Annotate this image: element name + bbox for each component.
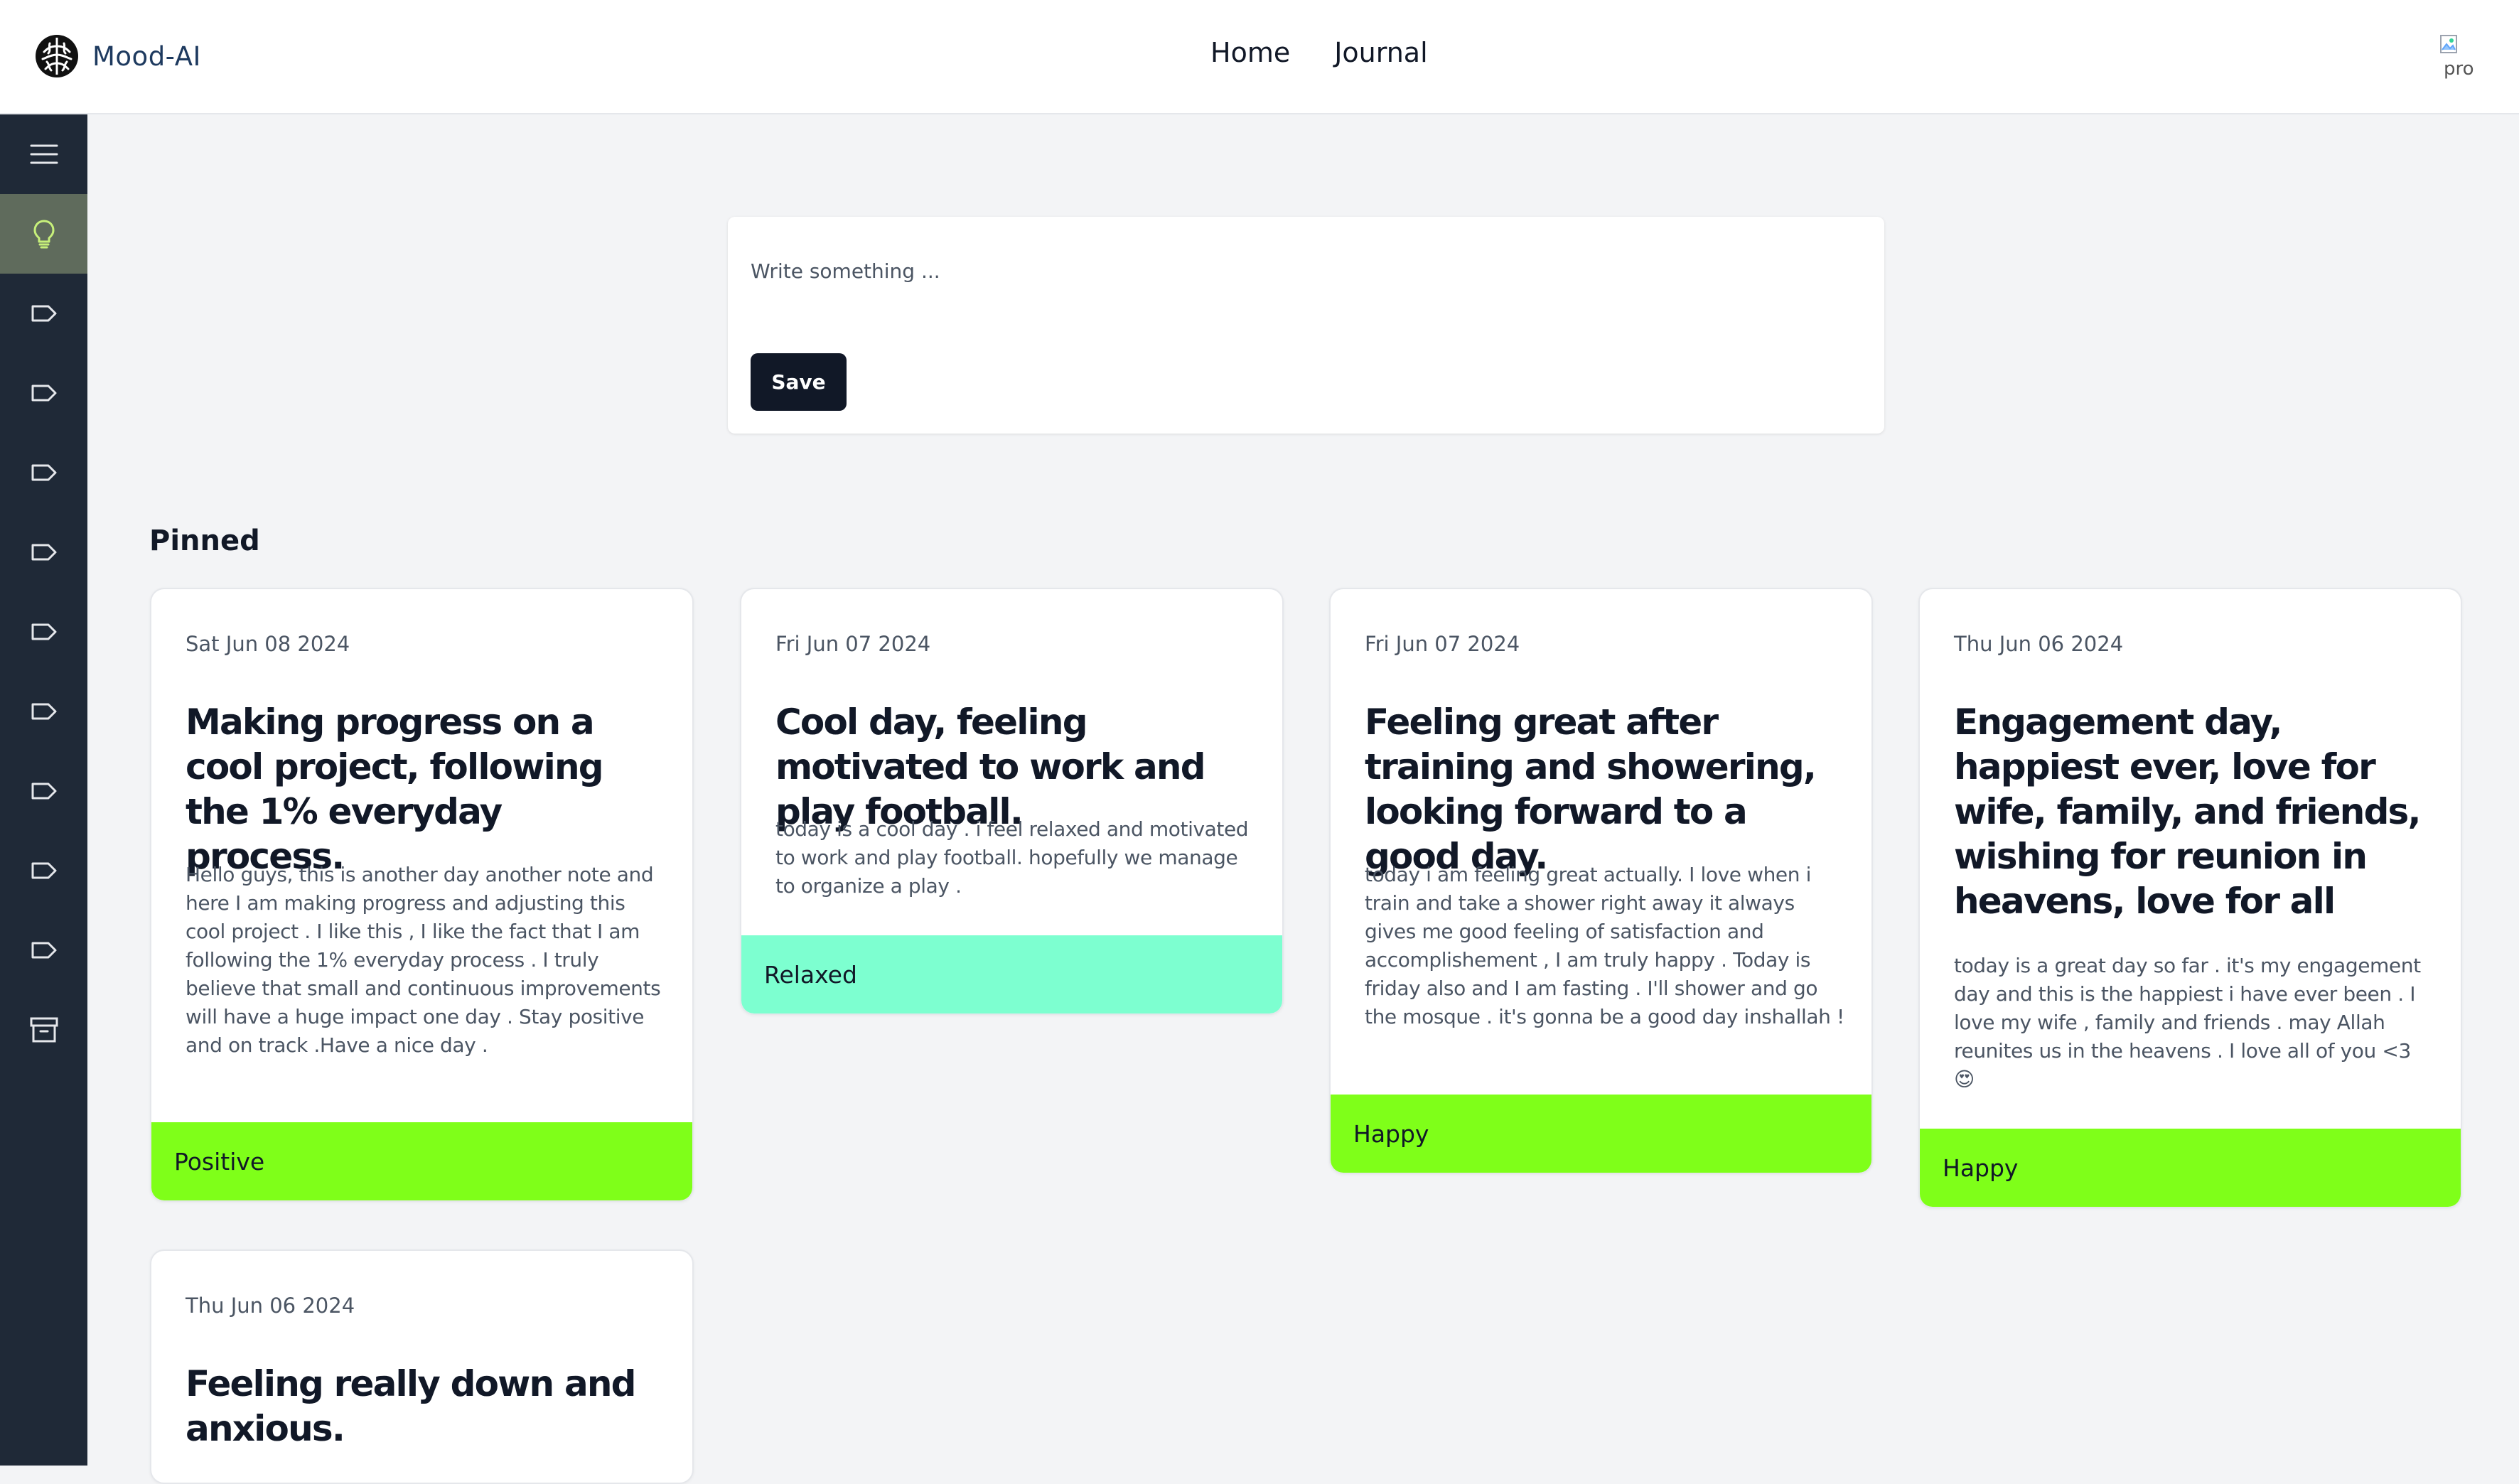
brand[interactable]: Mood-AI [34, 31, 201, 81]
nav-link-journal[interactable]: Journal [1334, 37, 1427, 68]
sidebar-item-label[interactable] [0, 512, 87, 592]
main-nav: Home Journal [1210, 37, 1428, 68]
top-navbar: Mood-AI Home Journal pro [0, 0, 2519, 114]
lightbulb-icon [33, 220, 54, 249]
note-body: today i am feeling great actually. I lov… [1365, 863, 1844, 1028]
label-icon [31, 385, 56, 402]
broken-image-icon [2440, 35, 2457, 53]
sidebar [0, 114, 87, 1466]
save-button[interactable]: Save [751, 353, 847, 411]
sidebar-item-label[interactable] [0, 831, 87, 910]
label-icon [31, 623, 56, 640]
pinned-heading: Pinned [149, 525, 260, 557]
note-input[interactable] [751, 249, 1859, 292]
mood-badge: Happy [1331, 1095, 1871, 1173]
note-card[interactable]: Sat Jun 08 2024 Making progress on a coo… [150, 588, 694, 1202]
note-date: Thu Jun 06 2024 [186, 1294, 355, 1318]
sidebar-item-label[interactable] [0, 274, 87, 353]
note-body: today is a cool day . i feel relaxed and… [775, 817, 1249, 898]
note-title: Engagement day, happiest ever, love for … [1954, 701, 2422, 922]
note-date: Fri Jun 07 2024 [775, 632, 931, 656]
note-card[interactable]: Thu Jun 06 2024 Engagement day, happiest… [1918, 588, 2462, 1208]
brand-name: Mood-AI [92, 41, 201, 72]
avatar[interactable]: pro [2439, 34, 2485, 80]
note-title: Feeling great after training and showeri… [1365, 701, 1817, 877]
mood-badge: Relaxed [741, 935, 1282, 1013]
note-body: Hello guys, this is another day another … [186, 863, 661, 1057]
note-editor: Save [728, 217, 1884, 434]
note-date: Sat Jun 08 2024 [186, 632, 350, 656]
label-icon [31, 942, 56, 959]
note-title: Feeling really down and anxious. [186, 1363, 636, 1449]
sidebar-menu-toggle[interactable] [0, 114, 87, 194]
brain-icon [36, 35, 78, 77]
label-icon [31, 544, 56, 561]
mood-badge: Positive [151, 1122, 692, 1200]
sidebar-item-label[interactable] [0, 353, 87, 433]
note-title: Cool day, feeling motivated to work and … [775, 701, 1205, 832]
sidebar-item-label[interactable] [0, 433, 87, 512]
note-body: today is a great day so far . it's my en… [1954, 954, 2421, 1091]
note-date: Thu Jun 06 2024 [1954, 632, 2124, 656]
note-card[interactable]: Thu Jun 06 2024 Feeling really down and … [150, 1249, 694, 1484]
note-title: Making progress on a cool project, follo… [186, 701, 604, 877]
menu-icon [30, 144, 58, 164]
sidebar-item-notes[interactable] [0, 194, 87, 274]
note-card[interactable]: Fri Jun 07 2024 Cool day, feeling motiva… [740, 588, 1284, 1015]
label-icon [31, 783, 56, 800]
nav-link-home[interactable]: Home [1210, 37, 1290, 68]
label-icon [31, 862, 56, 879]
archive-icon [30, 1017, 58, 1043]
avatar-alt-text: pro [2444, 58, 2474, 80]
label-icon [31, 703, 56, 720]
note-card[interactable]: Fri Jun 07 2024 Feeling great after trai… [1329, 588, 1873, 1174]
note-date: Fri Jun 07 2024 [1365, 632, 1520, 656]
sidebar-item-label[interactable] [0, 751, 87, 831]
sidebar-item-label[interactable] [0, 592, 87, 672]
sidebar-item-archive[interactable] [0, 990, 87, 1070]
mood-badge: Happy [1920, 1129, 2461, 1207]
label-icon [31, 464, 56, 481]
sidebar-item-label[interactable] [0, 672, 87, 751]
sidebar-item-label[interactable] [0, 910, 87, 990]
label-icon [31, 305, 56, 322]
